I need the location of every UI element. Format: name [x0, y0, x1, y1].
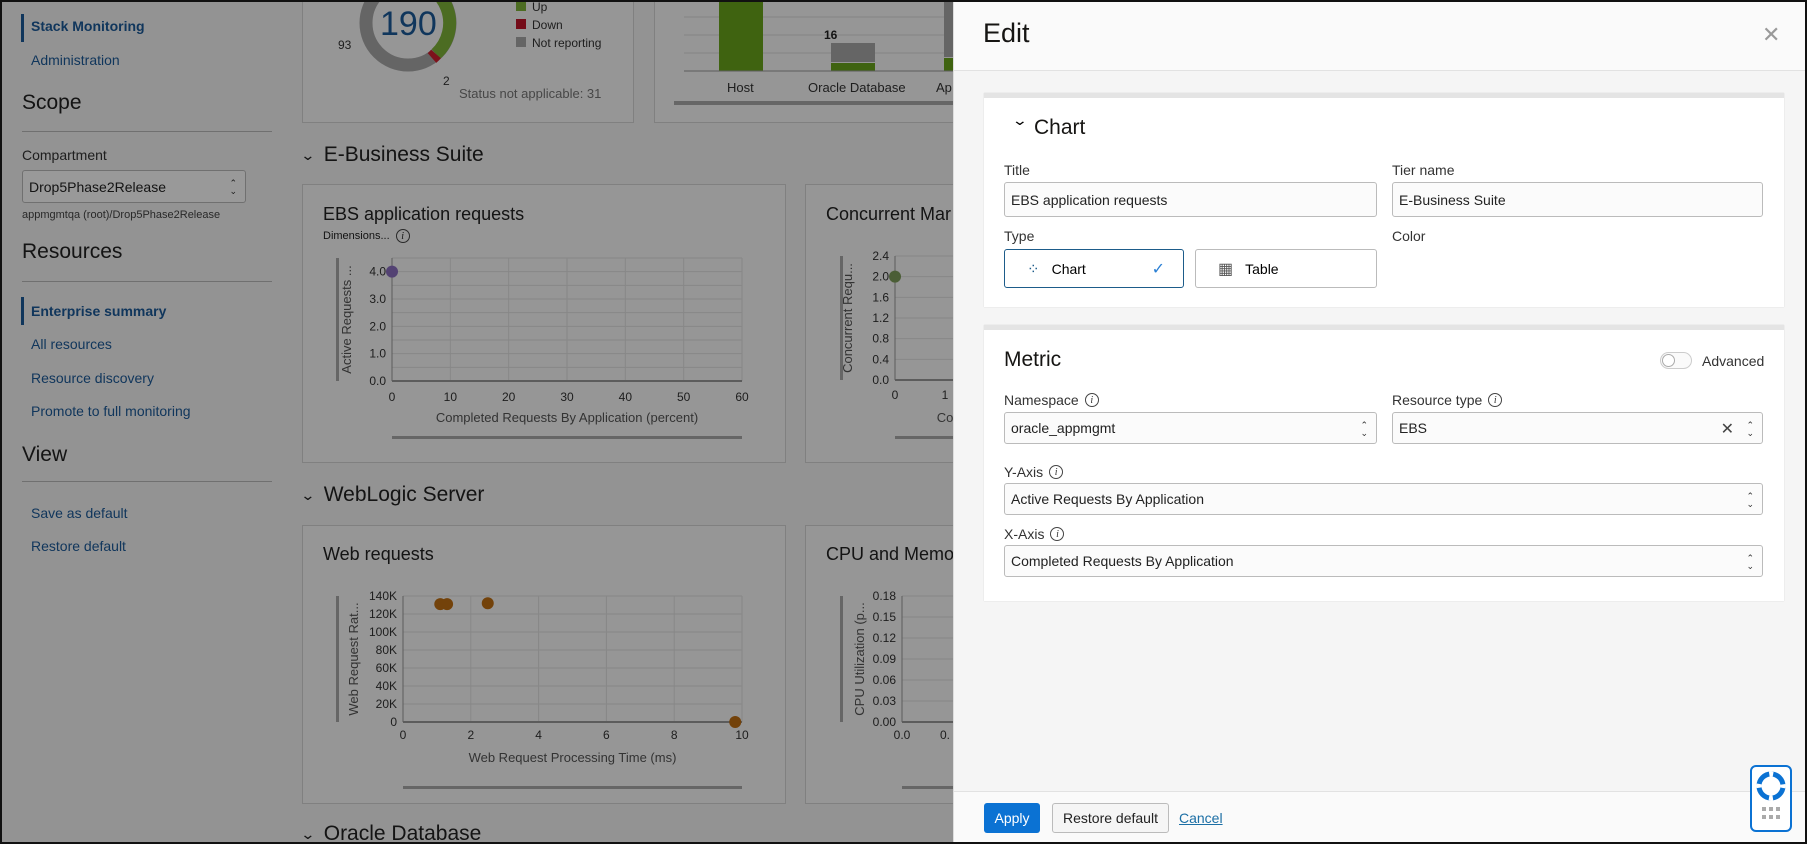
- close-icon[interactable]: ✕: [1762, 22, 1780, 48]
- chart-section-heading: Chart: [1034, 116, 1086, 139]
- edit-panel: Edit ✕ ⌄ Chart Title EBS application req…: [953, 2, 1805, 842]
- updown-icon: ⌃ ⌄: [1746, 491, 1754, 509]
- restore-default-button[interactable]: Restore default: [1052, 803, 1169, 833]
- y-axis-select[interactable]: Active Requests By Application ⌃ ⌄: [1004, 483, 1763, 515]
- resource-type-label: Resource type i: [1392, 392, 1503, 408]
- chevron-down-icon[interactable]: ⌄: [1012, 112, 1028, 129]
- chart-settings-card: ⌄ Chart Title EBS application requests T…: [984, 93, 1784, 380]
- metric-settings-card: Metric Advanced Namespace i oracle_appmgm…: [984, 325, 1784, 601]
- table-icon: ▦: [1218, 260, 1234, 278]
- title-label: Title: [1004, 162, 1030, 178]
- type-label: Type: [1004, 228, 1035, 244]
- apply-button[interactable]: Apply: [984, 803, 1040, 833]
- cancel-link[interactable]: Cancel: [1179, 810, 1223, 826]
- advanced-label: Advanced: [1702, 353, 1765, 369]
- panel-header: [954, 2, 1805, 71]
- tier-name-input[interactable]: E-Business Suite: [1392, 182, 1763, 217]
- namespace-label: Namespace i: [1004, 392, 1099, 408]
- color-label: Color: [1392, 228, 1426, 244]
- modal-overlay[interactable]: [2, 2, 953, 842]
- x-axis-label: X-Axis i: [1004, 526, 1065, 542]
- y-axis-label: Y-Axis i: [1004, 464, 1064, 480]
- type-chart-option[interactable]: ⁘ Chart ✓: [1004, 249, 1184, 288]
- type-table-option[interactable]: ▦ Table: [1195, 249, 1377, 288]
- stack-monitoring-page: Stack Monitoring Administration Scope Co…: [0, 0, 1807, 844]
- updown-icon: ⌃ ⌄: [1746, 553, 1754, 571]
- info-icon[interactable]: i: [1049, 465, 1064, 479]
- checkmark-icon: ✓: [1151, 260, 1165, 278]
- panel-title: Edit: [983, 18, 1030, 48]
- tier-name-label: Tier name: [1392, 162, 1455, 178]
- toggle-knob: [1662, 354, 1675, 367]
- resource-type-select[interactable]: EBS ✕ ⌃ ⌄: [1392, 412, 1763, 444]
- namespace-select[interactable]: oracle_appmgmt ⌃ ⌄: [1004, 412, 1377, 444]
- x-axis-select[interactable]: Completed Requests By Application ⌃ ⌄: [1004, 545, 1763, 577]
- life-ring-icon: [1756, 771, 1786, 819]
- scatter-chart-icon: ⁘: [1027, 260, 1040, 278]
- advanced-toggle[interactable]: [1660, 352, 1692, 369]
- info-icon[interactable]: i: [1488, 393, 1503, 407]
- title-input[interactable]: EBS application requests: [1004, 182, 1377, 217]
- info-icon[interactable]: i: [1050, 527, 1065, 541]
- updown-icon: ⌃ ⌄: [1360, 420, 1368, 438]
- metric-section-heading: Metric: [1004, 348, 1062, 371]
- info-icon[interactable]: i: [1084, 393, 1099, 407]
- clear-icon[interactable]: ✕: [1721, 419, 1734, 439]
- help-widget[interactable]: [1750, 765, 1792, 832]
- updown-icon: ⌃ ⌄: [1746, 420, 1754, 438]
